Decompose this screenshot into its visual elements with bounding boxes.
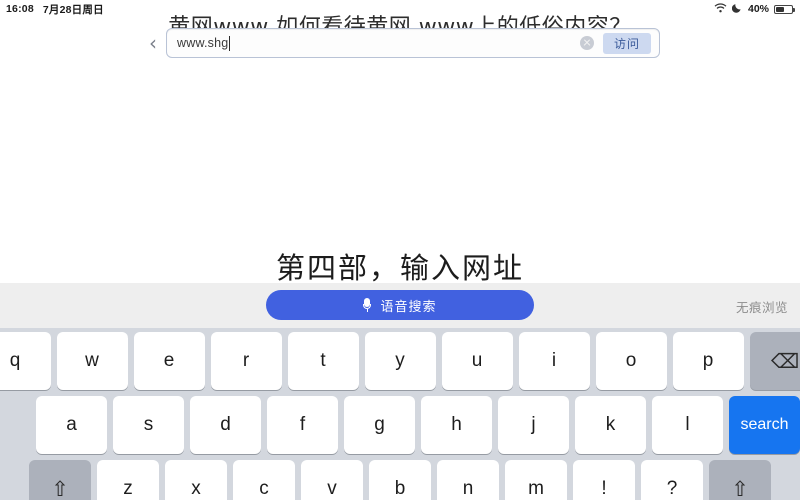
key-y[interactable]: y [364, 332, 436, 390]
keyboard-row-1: q w e r t y u i o p ⌫ [0, 332, 800, 390]
browser-address-row: ‹ www.shg 访问 [140, 26, 660, 60]
voice-search-button[interactable]: 语音搜索 [266, 290, 534, 320]
key-h[interactable]: h [421, 396, 492, 454]
keyboard-row-3: ⇧ z x c v b n m!? ⇧ [3, 460, 797, 500]
key-x[interactable]: x [165, 460, 227, 500]
keyboard-row-2: a s d f g h j k l search [3, 396, 800, 454]
visit-button[interactable]: 访问 [603, 32, 651, 54]
key-v[interactable]: v [301, 460, 363, 500]
url-input-value: www.shg [177, 36, 229, 50]
key-s[interactable]: s [113, 396, 184, 454]
search-key[interactable]: search [729, 396, 800, 454]
voice-search-label: 语音搜索 [380, 298, 437, 314]
key-i[interactable]: i [518, 332, 590, 390]
key-d[interactable]: d [190, 396, 261, 454]
page-title: 第四部，输入网址 [275, 251, 524, 285]
backspace-key[interactable]: ⌫ [749, 332, 800, 390]
key-o[interactable]: o [595, 332, 667, 390]
key-exclamation[interactable]: ! [573, 460, 635, 500]
key-n[interactable]: n [437, 460, 499, 500]
key-q[interactable]: q [0, 332, 51, 390]
key-u[interactable]: u [441, 332, 513, 390]
shift-key-right[interactable]: ⇧ [709, 460, 771, 500]
shift-key-left[interactable]: ⇧ [29, 460, 91, 500]
key-b[interactable]: b [369, 460, 431, 500]
key-l[interactable]: l [652, 396, 723, 454]
url-input[interactable]: www.shg 访问 [166, 28, 660, 58]
key-r[interactable]: r [210, 332, 282, 390]
text-cursor [229, 35, 231, 51]
key-f[interactable]: f [267, 396, 338, 454]
key-t[interactable]: t [287, 332, 359, 390]
key-a[interactable]: a [36, 396, 107, 454]
key-p[interactable]: p [672, 332, 744, 390]
clear-circle-icon[interactable] [580, 36, 594, 50]
key-z[interactable]: z [97, 460, 159, 500]
key-question[interactable]: ? [641, 460, 703, 500]
key-e[interactable]: e [133, 332, 205, 390]
microphone-icon [363, 298, 372, 312]
key-j[interactable]: j [498, 396, 569, 454]
key-m[interactable]: m [505, 460, 567, 500]
key-g[interactable]: g [344, 396, 415, 454]
incognito-label[interactable]: 无痕浏览 [736, 297, 788, 316]
virtual-keyboard: q w e r t y u i o p ⌫ a s d f g h j k l search ⇧ z x c v b n m!? ⇧ [0, 328, 800, 500]
device-screen: 16:08 7月28日周日 40% 黄网www 如何看待黄网 www上的低俗内容… [0, 0, 800, 500]
key-c[interactable]: c [233, 460, 295, 500]
back-chevron-icon[interactable]: ‹ [140, 33, 166, 53]
key-w[interactable]: w [56, 332, 128, 390]
key-k[interactable]: k [575, 396, 646, 454]
